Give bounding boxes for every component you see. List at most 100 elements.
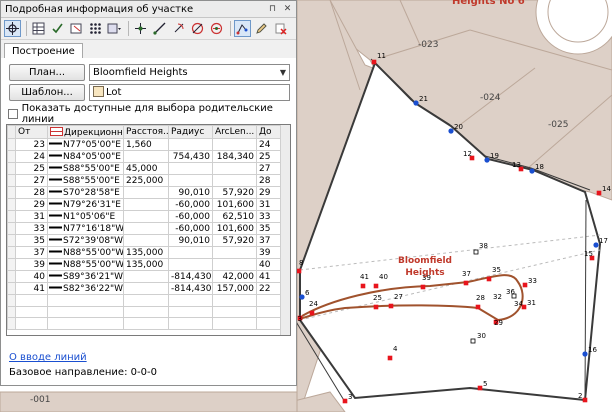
cell-from[interactable]: 31 <box>15 210 48 223</box>
plan-button[interactable]: План... <box>9 64 85 81</box>
cell-from[interactable]: 29 <box>15 198 48 211</box>
close-icon[interactable]: ✕ <box>281 3 294 16</box>
cell-from[interactable] <box>15 317 48 331</box>
cell-radius[interactable] <box>168 258 213 271</box>
checkbox-box[interactable] <box>8 109 18 119</box>
cell-arclength[interactable]: 57,920 <box>212 186 257 199</box>
table-row[interactable]: 24 N84°05'00"E 754,430 184,340 25 <box>7 150 289 163</box>
plan-select[interactable]: Bloomfield Heights ▼ <box>89 64 290 81</box>
cell-arclength[interactable]: 101,600 <box>212 222 257 235</box>
template-button[interactable]: Шаблон... <box>9 84 85 101</box>
cell-radius[interactable] <box>168 305 213 319</box>
parcel-point[interactable] <box>388 303 394 309</box>
row-selector[interactable] <box>7 282 16 295</box>
cell-from[interactable] <box>15 305 48 319</box>
cell-from[interactable] <box>15 294 48 307</box>
cell-distance[interactable]: 45,000 <box>123 162 169 175</box>
cell-direction[interactable]: S89°36'21"W <box>47 270 124 283</box>
cell-arclength[interactable] <box>212 258 257 271</box>
cell-radius[interactable]: -60,000 <box>168 222 213 235</box>
cell-arclength[interactable] <box>212 294 257 307</box>
grid-scrollbar[interactable] <box>280 125 290 335</box>
cell-from[interactable]: 25 <box>15 162 48 175</box>
line-tool-icon[interactable] <box>151 20 168 37</box>
parcel-point[interactable] <box>596 190 602 196</box>
row-selector[interactable] <box>7 294 16 307</box>
row-selector[interactable] <box>7 186 16 199</box>
cell-direction[interactable]: S72°39'08"W <box>47 234 124 247</box>
table-row[interactable]: 29 N79°26'31"E -60,000 101,600 31 <box>7 198 289 211</box>
cell-direction[interactable] <box>47 317 124 331</box>
cell-radius[interactable]: -60,000 <box>168 210 213 223</box>
parcel-point[interactable] <box>296 268 302 274</box>
cell-from[interactable]: 35 <box>15 234 48 247</box>
cell-direction[interactable]: N77°16'18"W <box>47 222 124 235</box>
cell-distance[interactable] <box>123 305 169 319</box>
cell-distance[interactable] <box>123 150 169 163</box>
select-icon[interactable] <box>68 20 85 37</box>
table-row[interactable]: 33 N77°16'18"W -60,000 101,600 35 <box>7 222 289 235</box>
cell-from[interactable]: 41 <box>15 282 48 295</box>
parcel-point[interactable] <box>413 100 419 106</box>
cell-from[interactable]: 39 <box>15 258 48 271</box>
parcel-point[interactable] <box>521 304 527 310</box>
parcel-point[interactable] <box>373 304 379 310</box>
cell-distance[interactable] <box>123 270 169 283</box>
cell-arclength[interactable] <box>212 162 257 175</box>
parcel-point[interactable] <box>420 284 426 290</box>
cell-from[interactable]: 24 <box>15 150 48 163</box>
cell-from[interactable]: 27 <box>15 174 48 187</box>
table-row[interactable]: 23 N77°05'00"E 1,560 24 <box>7 138 289 151</box>
cell-radius[interactable]: -60,000 <box>168 198 213 211</box>
cell-radius[interactable] <box>168 162 213 175</box>
cell-direction[interactable] <box>47 305 124 319</box>
cell-distance[interactable]: 225,000 <box>123 174 169 187</box>
row-selector[interactable] <box>7 234 16 247</box>
cell-direction[interactable] <box>47 294 124 307</box>
column-header-direction[interactable]: Дирекционн... <box>47 125 124 139</box>
column-header-arclength[interactable]: ArcLen... <box>212 125 257 139</box>
cell-arclength[interactable]: 184,340 <box>212 150 257 163</box>
cell-from[interactable]: 40 <box>15 270 48 283</box>
lines-grid[interactable]: От Дирекционн... Расстоя... Радиус ArcLe… <box>6 124 291 336</box>
cell-arclength[interactable] <box>212 138 257 151</box>
rotate-tool-icon[interactable] <box>170 20 187 37</box>
cell-arclength[interactable]: 57,920 <box>212 234 257 247</box>
cell-direction[interactable]: S88°55'00"E <box>47 162 124 175</box>
cell-direction[interactable]: N84°05'00"E <box>47 150 124 163</box>
edit-tool-icon[interactable] <box>234 20 251 37</box>
parcel-point[interactable] <box>299 294 305 300</box>
cell-radius[interactable] <box>168 317 213 331</box>
delete-icon[interactable] <box>272 20 289 37</box>
cell-direction[interactable]: S70°28'58"E <box>47 186 124 199</box>
column-header-distance[interactable]: Расстоя... <box>123 125 169 139</box>
grid-icon[interactable] <box>30 20 47 37</box>
dropdown-tool-icon[interactable] <box>106 20 123 37</box>
cell-arclength[interactable]: 157,000 <box>212 282 257 295</box>
row-selector[interactable] <box>7 210 16 223</box>
row-selector[interactable] <box>7 258 16 271</box>
table-row[interactable]: 31 N1°05'06"E -60,000 62,510 33 <box>7 210 289 223</box>
parcel-point[interactable] <box>360 283 366 289</box>
cell-arclength[interactable] <box>212 246 257 259</box>
table-row[interactable]: 25 S88°55'00"E 45,000 27 <box>7 162 289 175</box>
cell-from[interactable]: 33 <box>15 222 48 235</box>
cell-direction[interactable]: S82°36'22"W <box>47 282 124 295</box>
cell-direction[interactable]: N88°55'00"W <box>47 246 124 259</box>
line-entry-help-link[interactable]: О вводе линий <box>9 352 87 363</box>
cell-direction[interactable]: N77°05'00"E <box>47 138 124 151</box>
cell-radius[interactable]: 90,010 <box>168 234 213 247</box>
parcel-point[interactable] <box>342 398 348 404</box>
table-row[interactable] <box>7 294 289 307</box>
pin-icon[interactable]: ⊓ <box>266 3 279 16</box>
table-row[interactable]: 41 S82°36'22"W -814,430 157,000 22 <box>7 282 289 295</box>
cell-direction[interactable]: N88°55'00"W <box>47 258 124 271</box>
table-row[interactable]: 28 S70°28'58"E 90,010 57,920 29 <box>7 186 289 199</box>
table-row[interactable] <box>7 317 289 331</box>
cell-radius[interactable]: -814,430 <box>168 282 213 295</box>
cell-distance[interactable] <box>123 282 169 295</box>
column-header-from[interactable]: От <box>15 125 48 139</box>
cell-from[interactable]: 28 <box>15 186 48 199</box>
cell-arclength[interactable] <box>212 174 257 187</box>
parcel-point[interactable] <box>309 310 315 316</box>
